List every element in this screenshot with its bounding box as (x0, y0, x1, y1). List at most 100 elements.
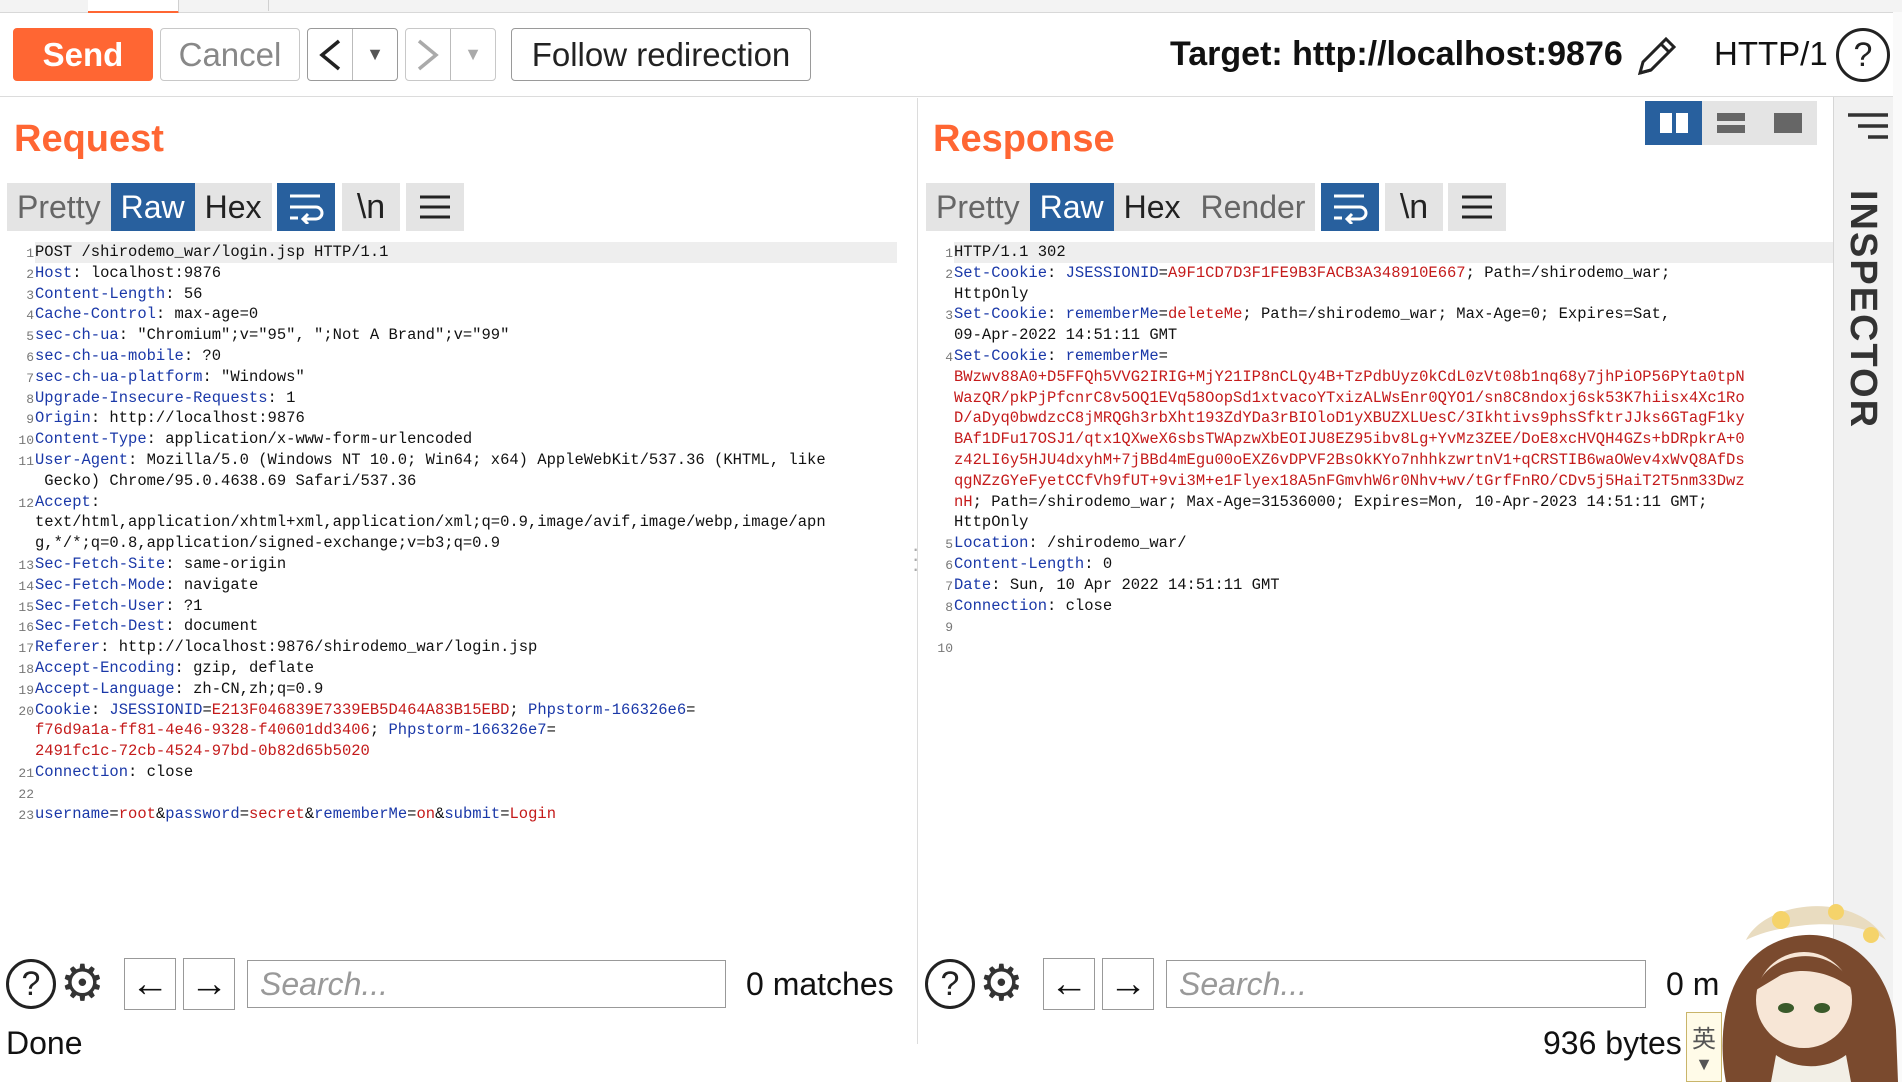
layout-stacked-icon[interactable] (1702, 101, 1759, 145)
line-number: 3 (26, 287, 34, 303)
repeater-tab[interactable] (178, 0, 269, 11)
code-line: sec-ch-ua-platform: "Windows" (35, 367, 305, 388)
history-back-dropdown-icon[interactable]: ▼ (353, 29, 397, 80)
shirt-icon: ▼ (1695, 1054, 1713, 1074)
code-line: WazQR/pkPjPfcnrC8v5OQ1EVq58OopSd1xtvacoY… (954, 388, 1745, 409)
tab-raw[interactable]: Raw (1029, 183, 1114, 231)
send-button[interactable]: Send (13, 28, 153, 81)
code-text: : (1047, 263, 1066, 282)
code-line: text/html,application/xhtml+xml,applicat… (35, 512, 826, 533)
header-key: sec-ch-ua-platform (35, 367, 203, 386)
code-line: Cookie: JSESSIONID=E213F046839E7339EB5D4… (35, 700, 695, 721)
wrap-lines-icon[interactable] (277, 183, 335, 231)
line-number: 4 (945, 350, 953, 365)
line-number: 2 (945, 266, 953, 282)
help-icon[interactable]: ? (925, 959, 975, 1009)
header-key: User-Agent (35, 451, 129, 469)
tab-render[interactable]: Render (1190, 183, 1316, 231)
header-key: Connection (35, 763, 129, 781)
history-forward-group[interactable]: ▼ (405, 28, 496, 81)
gear-icon[interactable]: ⚙ (60, 957, 105, 1009)
tab-raw[interactable]: Raw (110, 183, 195, 231)
line-number: 8 (26, 391, 34, 407)
header-key: Accept-Encoding (35, 659, 175, 677)
arrow-right-icon[interactable]: → (1102, 958, 1154, 1010)
history-forward-dropdown-icon[interactable]: ▼ (451, 29, 495, 80)
inspector-tab[interactable]: INSPECTOR (1841, 190, 1884, 429)
code-text: = (686, 700, 696, 719)
header-value: root (118, 804, 156, 823)
line-number: 10 (937, 641, 953, 657)
help-icon[interactable]: ? (6, 959, 56, 1009)
header-key: Sec-Fetch-User (35, 596, 166, 615)
layout-tabs-icon[interactable] (1759, 101, 1816, 145)
code-text: = (500, 804, 510, 823)
header-key: Date (954, 575, 992, 594)
response-editor[interactable]: 1 HTTP/1.1 302 2 Set-Cookie: JSESSIONID=A9F… (925, 242, 1834, 942)
inspector-menu-icon[interactable] (1846, 111, 1890, 150)
code-text: = (1158, 263, 1168, 282)
code-text: ; (509, 700, 529, 719)
http-version-label[interactable]: HTTP/1 (1714, 35, 1828, 73)
header-key: JSESSIONID (1065, 263, 1159, 282)
request-search-input[interactable]: Search... (247, 960, 726, 1008)
layout-side-by-side-icon[interactable] (1645, 101, 1702, 145)
header-value: deleteMe (1167, 305, 1243, 324)
arrow-left-icon[interactable]: ← (1043, 958, 1095, 1010)
tab-pretty[interactable]: Pretty (7, 183, 111, 231)
history-back-icon[interactable] (308, 29, 353, 80)
code-text: HttpOnly (954, 284, 1029, 303)
ime-indicator[interactable]: 英 ▼ (1686, 1012, 1722, 1082)
code-text: : (1047, 305, 1066, 324)
header-key: username (35, 804, 110, 823)
code-line: HTTP/1.1 302 (954, 242, 1066, 263)
help-icon[interactable]: ? (1836, 28, 1890, 82)
request-editor[interactable]: 1 POST /shirodemo_war/login.jsp HTTP/1.1 2… (6, 242, 906, 942)
arrow-left-icon[interactable]: ← (124, 958, 176, 1010)
header-key: Content-Type (35, 430, 147, 449)
code-text: : "Windows" (202, 367, 305, 386)
header-key: Sec-Fetch-Mode (35, 575, 166, 594)
gear-icon[interactable]: ⚙ (979, 957, 1024, 1009)
tab-hex[interactable]: Hex (1113, 183, 1191, 231)
line-number: 22 (18, 786, 34, 802)
code-text: ; (369, 721, 389, 740)
code-line: z42LI6y5HJU4dxyhM+7jBBd4mEgu00oEXZ6vDPVF… (954, 450, 1745, 471)
repeater-tab[interactable] (0, 0, 89, 11)
show-newlines-icon[interactable]: \n (1385, 183, 1443, 231)
code-line: Set-Cookie: rememberMe=deleteMe; Path=/s… (954, 304, 1670, 325)
tab-pretty[interactable]: Pretty (926, 183, 1030, 231)
code-line: BWzwv88A0+D5FFQh5VVG2IRIG+MjY21IP8nCLQy4… (954, 367, 1745, 388)
line-number: 20 (18, 703, 34, 719)
tab-hex[interactable]: Hex (194, 183, 272, 231)
request-title: Request (14, 118, 164, 160)
header-key: Host (35, 263, 73, 282)
code-text: & (435, 804, 445, 823)
menu-icon[interactable] (406, 183, 464, 231)
cancel-button[interactable]: Cancel (160, 28, 300, 81)
menu-icon[interactable] (1448, 183, 1506, 231)
history-back-group[interactable]: ▼ (307, 28, 398, 81)
code-text: POST /shirodemo_war/login.jsp HTTP/1.1 (35, 243, 389, 261)
code-text: : (90, 700, 110, 719)
code-line: sec-ch-ua: "Chromium";v="95", ";Not A Br… (35, 325, 509, 346)
drag-handle-icon[interactable]: · · · (912, 538, 919, 580)
history-forward-icon[interactable] (406, 29, 451, 80)
code-line: HttpOnly (954, 284, 1028, 305)
line-number: 2 (26, 266, 34, 282)
code-text: : 56 (165, 284, 203, 303)
follow-redirection-button[interactable]: Follow redirection (511, 28, 811, 81)
pencil-icon[interactable] (1632, 31, 1682, 81)
repeater-tab-active[interactable] (88, 0, 179, 14)
code-line: Content-Type: application/x-www-form-url… (35, 429, 472, 450)
code-text: : application/x-www-form-urlencoded (146, 430, 473, 449)
line-number: 13 (18, 558, 34, 573)
show-newlines-icon[interactable]: \n (342, 183, 400, 231)
ime-label: 英 (1692, 1026, 1716, 1053)
header-key: Phpstorm-166326e6 (528, 700, 687, 719)
wrap-lines-icon[interactable] (1321, 183, 1379, 231)
code-text: ; Path=/shirodemo_war; Max-Age=31536000;… (972, 492, 1708, 511)
header-key: sec-ch-ua-mobile (35, 347, 184, 365)
response-search-input[interactable]: Search... (1166, 960, 1646, 1008)
arrow-right-icon[interactable]: → (183, 958, 235, 1010)
